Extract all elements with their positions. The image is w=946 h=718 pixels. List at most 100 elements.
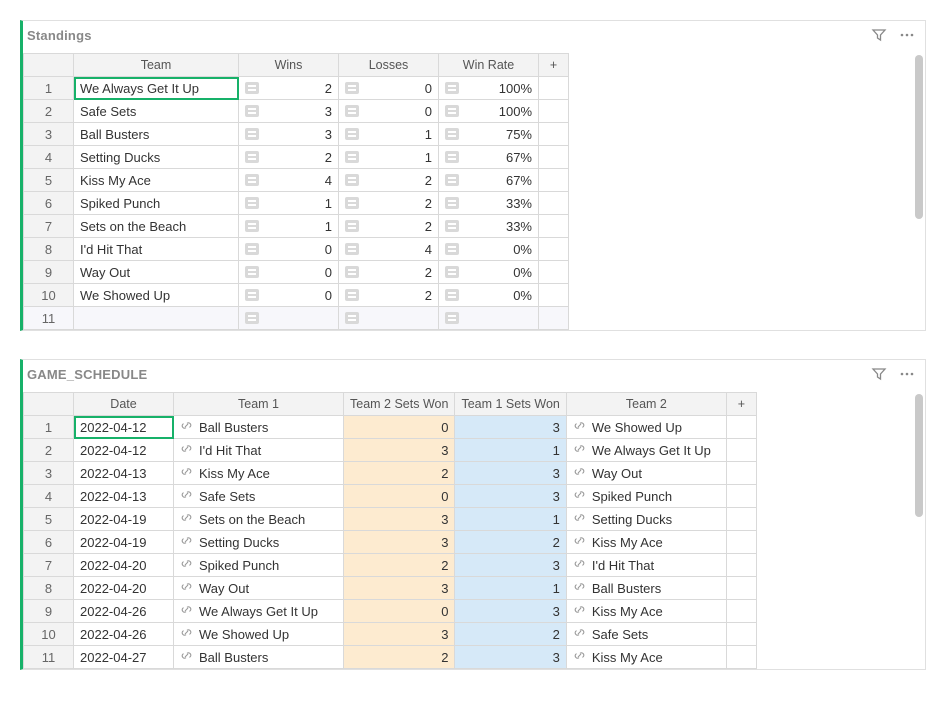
schedule-grid[interactable]: Date Team 1 Team 2 Sets Won Team 1 Sets … (23, 392, 757, 669)
cell-team1-sets[interactable]: 1 (455, 439, 566, 462)
table-row[interactable]: 42022-04-13Safe Sets03Spiked Punch (24, 485, 757, 508)
cell-team2-sets[interactable]: 3 (344, 577, 455, 600)
table-row[interactable]: 112022-04-27Ball Busters23Kiss My Ace (24, 646, 757, 669)
cell-team2[interactable]: Ball Busters (566, 577, 726, 600)
cell-team1-sets[interactable]: 2 (455, 623, 566, 646)
cell-team1[interactable]: Ball Busters (174, 646, 344, 669)
row-number[interactable]: 5 (24, 508, 74, 531)
table-row[interactable]: 22022-04-12I'd Hit That31We Always Get I… (24, 439, 757, 462)
cell-team2-sets[interactable]: 0 (344, 600, 455, 623)
cell-winrate[interactable]: 0% (439, 284, 539, 307)
row-number[interactable]: 4 (24, 485, 74, 508)
cell-team2-sets[interactable]: 2 (344, 462, 455, 485)
standings-scrollbar[interactable] (915, 55, 923, 328)
row-number[interactable]: 8 (24, 577, 74, 600)
cell-losses[interactable]: 2 (339, 169, 439, 192)
cell-team1[interactable]: Way Out (174, 577, 344, 600)
cell-wins[interactable]: 3 (239, 123, 339, 146)
cell-team1-sets[interactable]: 3 (455, 646, 566, 669)
col-winrate[interactable]: Win Rate (439, 54, 539, 77)
row-number[interactable]: 7 (24, 554, 74, 577)
cell-empty[interactable] (726, 462, 756, 485)
cell-winrate[interactable]: 0% (439, 261, 539, 284)
cell-losses[interactable]: 2 (339, 215, 439, 238)
table-row[interactable]: 8I'd Hit That040% (24, 238, 569, 261)
cell-team1-sets[interactable]: 2 (455, 531, 566, 554)
cell-empty[interactable] (726, 508, 756, 531)
cell-winrate[interactable]: 67% (439, 169, 539, 192)
more-icon[interactable] (899, 27, 915, 43)
cell-empty[interactable] (539, 77, 569, 100)
cell-wins[interactable]: 0 (239, 261, 339, 284)
cell-empty[interactable] (539, 146, 569, 169)
cell-team[interactable]: I'd Hit That (74, 238, 239, 261)
row-number[interactable]: 7 (24, 215, 74, 238)
cell-winrate[interactable]: 67% (439, 146, 539, 169)
cell-team1[interactable]: We Always Get It Up (174, 600, 344, 623)
cell-wins[interactable]: 1 (239, 192, 339, 215)
table-row[interactable]: 10We Showed Up020% (24, 284, 569, 307)
cell-date[interactable]: 2022-04-13 (74, 462, 174, 485)
row-number[interactable]: 5 (24, 169, 74, 192)
rownum-header[interactable] (24, 54, 74, 77)
cell-team2-sets[interactable]: 3 (344, 531, 455, 554)
cell-team1-sets[interactable]: 3 (455, 600, 566, 623)
cell-team2-sets[interactable]: 3 (344, 623, 455, 646)
cell-empty[interactable] (726, 439, 756, 462)
cell-team1[interactable]: Safe Sets (174, 485, 344, 508)
cell-team2[interactable]: Kiss My Ace (566, 600, 726, 623)
cell-losses[interactable]: 2 (339, 261, 439, 284)
cell-team2-sets[interactable]: 0 (344, 416, 455, 439)
cell-empty[interactable] (726, 600, 756, 623)
cell-team2-sets[interactable]: 3 (344, 439, 455, 462)
table-row[interactable]: 52022-04-19Sets on the Beach31Setting Du… (24, 508, 757, 531)
cell-empty[interactable] (726, 623, 756, 646)
cell-wins[interactable]: 2 (239, 146, 339, 169)
table-row[interactable]: 7Sets on the Beach1233% (24, 215, 569, 238)
cell-team1-sets[interactable]: 3 (455, 485, 566, 508)
cell-team[interactable]: Setting Ducks (74, 146, 239, 169)
cell-team1-sets[interactable]: 1 (455, 508, 566, 531)
cell-date[interactable]: 2022-04-12 (74, 439, 174, 462)
col-team[interactable]: Team (74, 54, 239, 77)
row-number[interactable]: 11 (24, 646, 74, 669)
cell-team2[interactable]: Setting Ducks (566, 508, 726, 531)
col-losses[interactable]: Losses (339, 54, 439, 77)
cell-team2[interactable]: We Always Get It Up (566, 439, 726, 462)
cell-losses[interactable]: 0 (339, 100, 439, 123)
cell-team2-sets[interactable]: 0 (344, 485, 455, 508)
cell-empty[interactable] (539, 100, 569, 123)
cell-winrate[interactable]: 100% (439, 100, 539, 123)
cell-team2-sets[interactable]: 2 (344, 554, 455, 577)
cell-date[interactable]: 2022-04-12 (74, 416, 174, 439)
cell-team1-sets[interactable]: 1 (455, 577, 566, 600)
cell-wins[interactable]: 0 (239, 238, 339, 261)
cell-empty[interactable] (539, 192, 569, 215)
cell-team2-sets[interactable]: 3 (344, 508, 455, 531)
row-number[interactable]: 3 (24, 123, 74, 146)
cell-team1[interactable]: Setting Ducks (174, 531, 344, 554)
row-number[interactable]: 10 (24, 284, 74, 307)
col-wins[interactable]: Wins (239, 54, 339, 77)
cell-wins[interactable]: 4 (239, 169, 339, 192)
table-row[interactable]: 3Ball Busters3175% (24, 123, 569, 146)
cell-team2[interactable]: We Showed Up (566, 416, 726, 439)
rownum-header[interactable] (24, 393, 74, 416)
filter-icon[interactable] (871, 27, 887, 43)
cell-team2[interactable]: Safe Sets (566, 623, 726, 646)
table-row[interactable]: 4Setting Ducks2167% (24, 146, 569, 169)
cell-team1[interactable]: I'd Hit That (174, 439, 344, 462)
standings-grid[interactable]: Team Wins Losses Win Rate + 1We Always G… (23, 53, 569, 330)
cell-empty[interactable] (726, 554, 756, 577)
cell-losses[interactable]: 2 (339, 192, 439, 215)
cell-team2[interactable]: Spiked Punch (566, 485, 726, 508)
cell-team[interactable]: We Always Get It Up (74, 77, 239, 100)
cell-team2[interactable]: Kiss My Ace (566, 531, 726, 554)
col-t2sets[interactable]: Team 2 Sets Won (344, 393, 455, 416)
cell-team[interactable]: Spiked Punch (74, 192, 239, 215)
table-row[interactable]: 102022-04-26We Showed Up32Safe Sets (24, 623, 757, 646)
table-row[interactable]: 5Kiss My Ace4267% (24, 169, 569, 192)
cell-date[interactable]: 2022-04-20 (74, 554, 174, 577)
cell-empty[interactable] (539, 169, 569, 192)
table-row[interactable]: 62022-04-19Setting Ducks32Kiss My Ace (24, 531, 757, 554)
